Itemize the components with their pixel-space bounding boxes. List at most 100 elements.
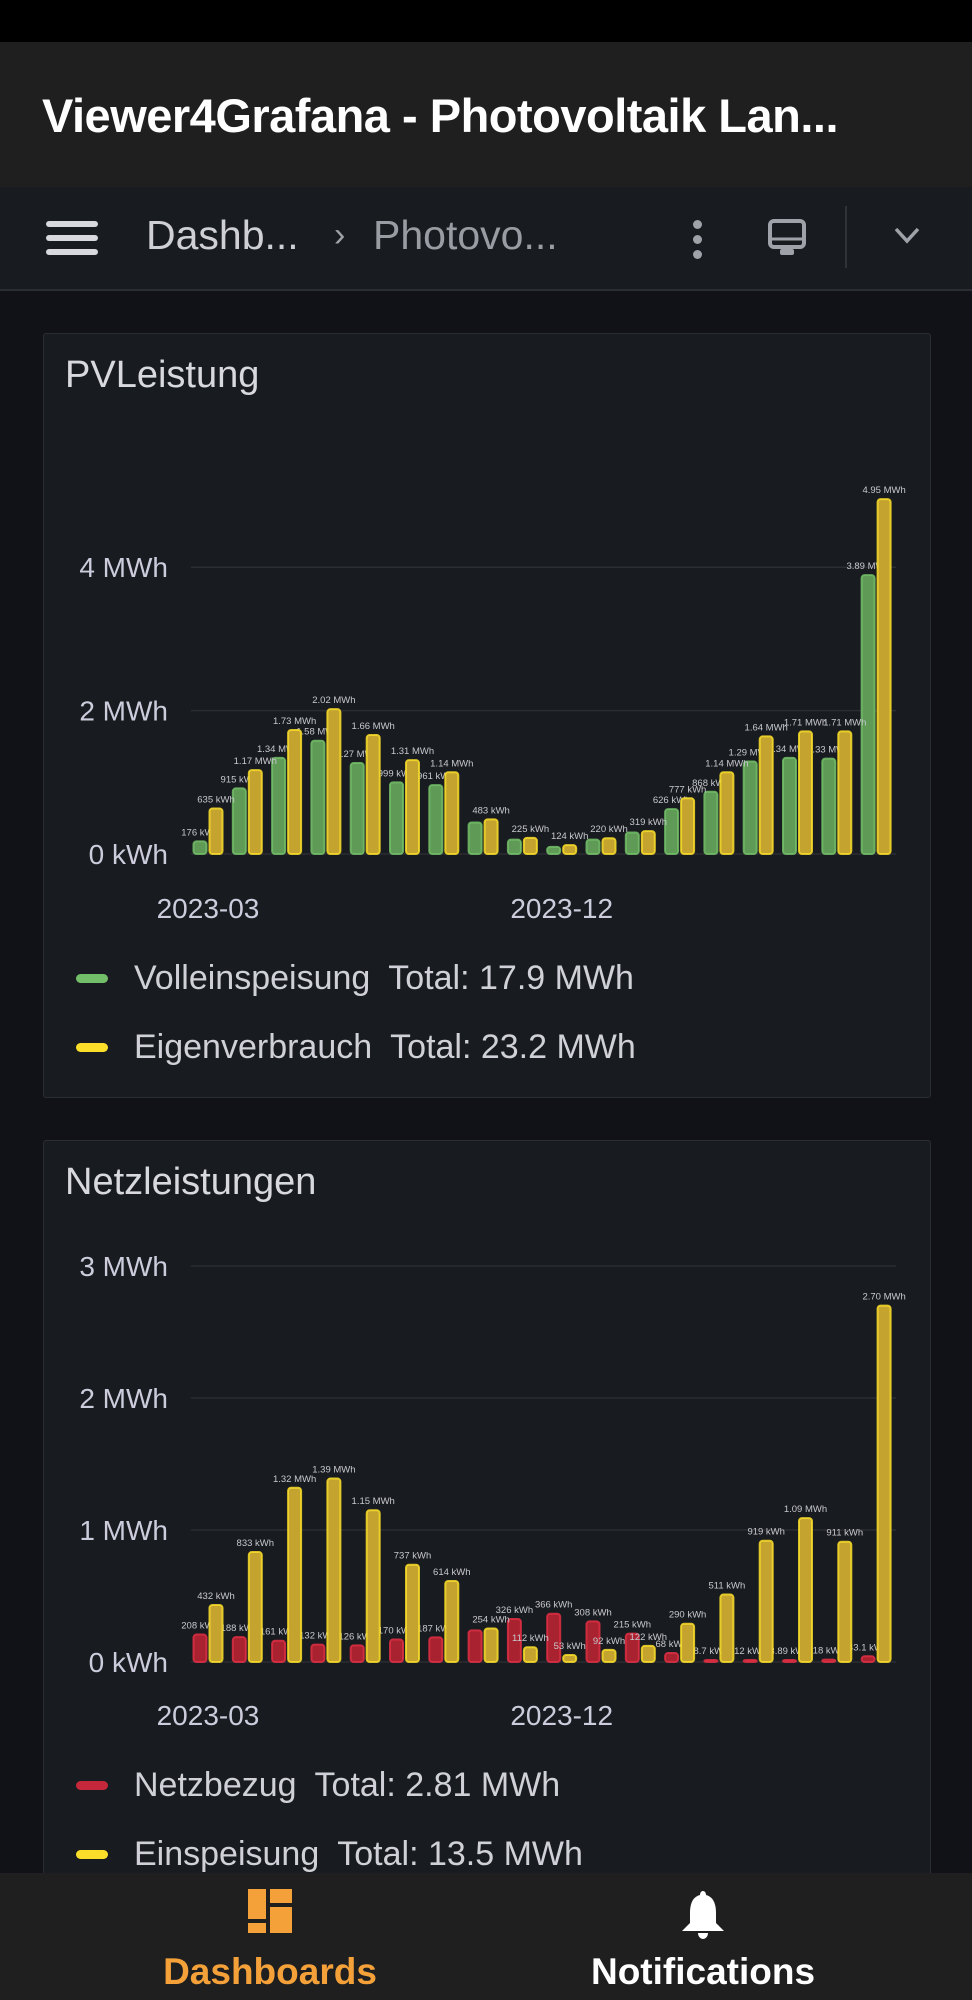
tv-monitor-icon[interactable] [767, 218, 807, 258]
data-label: 1.71 MWh [823, 717, 866, 728]
data-label: 319 kWh [630, 817, 668, 828]
data-label: 1.32 MWh [273, 1474, 316, 1485]
legend-series-name: Volleinspeisung [134, 958, 371, 997]
nav-notifications[interactable]: Notifications [553, 1873, 853, 2000]
data-label: 124 kWh [551, 831, 589, 842]
bar-einspeisung [719, 1593, 735, 1664]
bar-einspeisung [680, 1622, 696, 1663]
bar-netzbezug [546, 1612, 562, 1663]
bar-eigenverbrauch [483, 818, 499, 855]
legend-series-name: Netzbezug [134, 1765, 297, 1804]
bar-netzbezug [821, 1658, 837, 1664]
bar-einspeisung [326, 1477, 342, 1663]
bar-netzbezug [860, 1655, 876, 1663]
legend-total: Total: 2.81 MWh [314, 1765, 561, 1804]
bar-eigenverbrauch [680, 797, 696, 855]
bar-netzbezug [192, 1633, 208, 1664]
bar-netzbezug [467, 1629, 483, 1664]
data-label: 225 kWh [512, 824, 550, 835]
data-label: 1.64 MWh [745, 722, 788, 733]
status-bar [0, 0, 972, 42]
bar-einspeisung [405, 1563, 420, 1663]
bar-volleinspeisung [703, 790, 719, 856]
data-label: 1.73 MWh [273, 716, 316, 727]
bar-einspeisung [483, 1627, 499, 1663]
bar-eigenverbrauch [208, 807, 224, 855]
app-bar: Viewer4Grafana - Photovoltaik Lan... [0, 42, 972, 187]
legend-item-eigenverbrauch[interactable]: Eigenverbrauch Total: 23.2 MWh [76, 1027, 636, 1067]
legend-swatch [76, 1042, 108, 1052]
data-label: 635 kWh [197, 794, 235, 805]
data-label: 737 kWh [394, 1551, 432, 1562]
bar-netzbezug [742, 1659, 758, 1663]
legend-item-einspeisung[interactable]: Einspeisung Total: 13.5 MWh [76, 1834, 583, 1874]
bar-eigenverbrauch [876, 498, 892, 856]
data-label: 290 kWh [669, 1610, 707, 1621]
legend-item-netzbezug[interactable]: Netzbezug Total: 2.81 MWh [76, 1765, 560, 1805]
data-label: 1.66 MWh [352, 721, 395, 732]
data-label: 911 kWh [826, 1528, 863, 1539]
legend-total: Total: 17.9 MWh [388, 958, 634, 997]
data-label: 1.71 MWh [784, 717, 827, 728]
bar-einspeisung [837, 1540, 853, 1663]
bar-einspeisung [601, 1648, 617, 1663]
breadcrumb-dashboards[interactable]: Dashb... [146, 212, 299, 259]
bar-volleinspeisung [782, 756, 797, 855]
legend-series-name: Einspeisung [134, 1834, 320, 1873]
data-label: 1.14 MWh [430, 758, 473, 769]
bar-einspeisung [798, 1517, 813, 1663]
legend-item-volleinspeisung[interactable]: Volleinspeisung Total: 17.9 MWh [76, 958, 634, 998]
data-label: 4.95 MWh [862, 485, 905, 496]
data-label: 215 kWh [614, 1620, 652, 1631]
data-label: 833 kWh [237, 1538, 274, 1549]
bar-einspeisung [758, 1539, 774, 1663]
bar-netzbezug [231, 1636, 247, 1663]
breadcrumb-current[interactable]: Photovo... [373, 212, 558, 259]
data-label: 1.31 MWh [391, 746, 434, 757]
legend-swatch [76, 1849, 108, 1859]
chevron-down-icon[interactable] [893, 225, 921, 245]
bar-einspeisung [640, 1644, 656, 1663]
y-tick-label: 1 MWh [79, 1515, 168, 1546]
data-label: 511 kWh [709, 1581, 746, 1592]
x-tick-label: 2023-12 [510, 893, 613, 924]
kebab-icon[interactable] [690, 220, 704, 262]
nav-label: Notifications [590, 1951, 816, 1992]
bar-volleinspeisung [821, 757, 837, 856]
bar-netzbezug [310, 1643, 326, 1663]
bar-volleinspeisung [389, 781, 404, 856]
bar-einspeisung [444, 1579, 460, 1663]
x-tick-label: 2023-12 [510, 1700, 613, 1731]
nav-dashboards[interactable]: Dashboards [120, 1873, 420, 2000]
data-label: 112 kWh [512, 1633, 549, 1644]
bar-einspeisung [876, 1304, 892, 1663]
y-tick-label: 4 MWh [79, 552, 168, 583]
bar-einspeisung [522, 1646, 538, 1664]
data-label: 308 kWh [574, 1607, 612, 1618]
data-label: 1.14 MWh [705, 758, 748, 769]
bar-volleinspeisung [349, 761, 365, 856]
bar-netzbezug [782, 1659, 797, 1663]
data-label: 254 kWh [472, 1614, 510, 1625]
data-label: 1.09 MWh [784, 1504, 827, 1515]
bar-eigenverbrauch [287, 728, 303, 856]
bar-volleinspeisung [231, 787, 247, 855]
bar-volleinspeisung [742, 760, 758, 855]
bar-netzbezug [703, 1659, 719, 1663]
bar-eigenverbrauch [247, 769, 263, 855]
nav-label: Dashboards [163, 1951, 377, 1992]
bar-volleinspeisung [192, 840, 208, 855]
bar-eigenverbrauch [365, 733, 381, 855]
bar-einspeisung [562, 1654, 578, 1664]
bar-eigenverbrauch [837, 730, 853, 856]
bottom-navigation: Dashboards Notifications [0, 1873, 972, 2000]
toolbar-divider [845, 206, 847, 268]
panel-netzleistungen: Netzleistungen 0 kWh 1 MWh 2 MWh 3 MWh 2023-… [43, 1140, 931, 1922]
bar-volleinspeisung [546, 845, 562, 856]
hamburger-icon[interactable] [46, 221, 98, 255]
bar-volleinspeisung [467, 821, 483, 855]
bell-icon [682, 1891, 724, 1939]
data-label: 432 kWh [197, 1591, 235, 1602]
data-label: 919 kWh [747, 1527, 785, 1538]
bar-volleinspeisung [271, 756, 287, 855]
